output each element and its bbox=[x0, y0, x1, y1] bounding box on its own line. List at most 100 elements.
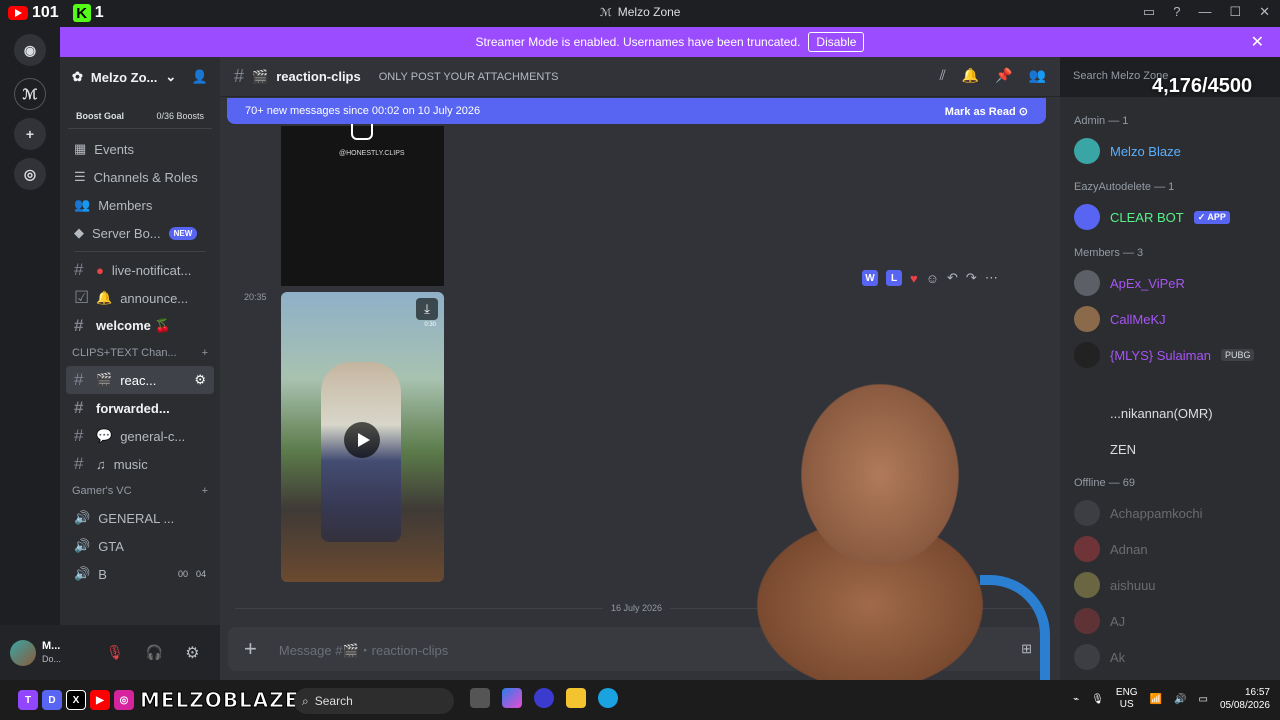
deafen-icon[interactable]: 🎧 bbox=[146, 644, 163, 661]
sidebar-item-members[interactable]: 👥 Members bbox=[60, 191, 220, 219]
maximize-button[interactable]: ☐ bbox=[1229, 4, 1241, 20]
inbox-icon[interactable]: ▭ bbox=[1143, 4, 1155, 20]
streamer-mode-banner: Streamer Mode is enabled. Usernames have… bbox=[60, 27, 1280, 57]
task-view-icon[interactable] bbox=[470, 688, 490, 708]
user-panel: M... Do... 🎙 🎧 ⚙ bbox=[0, 625, 220, 680]
window-controls: ▭ ? — ☐ ✕ bbox=[1143, 4, 1270, 20]
youtube-viewer-count: 101 bbox=[8, 4, 59, 22]
voice-b[interactable]: 🔊 B 00 04 bbox=[60, 560, 220, 588]
members-icon[interactable]: 👥 bbox=[1029, 67, 1046, 84]
server-rail: ◉ ℳ + ◎ bbox=[0, 26, 60, 680]
discord-home-icon[interactable]: ◉ bbox=[14, 34, 46, 66]
language-indicator[interactable]: ENG US bbox=[1116, 687, 1138, 711]
hash-icon: # bbox=[74, 370, 84, 389]
bell-icon: 🔔 bbox=[96, 290, 113, 305]
pin-icon[interactable]: 📌 bbox=[995, 67, 1012, 84]
channel-music[interactable]: # ♫ music bbox=[60, 450, 220, 478]
twitch-icon: T bbox=[18, 690, 38, 710]
taskbar-search[interactable]: ⌕ Search bbox=[294, 688, 454, 714]
clapper-icon: 🎬 bbox=[96, 372, 113, 387]
settings-icon[interactable]: ⚙ bbox=[194, 372, 206, 388]
add-channel-icon[interactable]: + bbox=[202, 347, 208, 359]
channel-welcome[interactable]: # welcome 🍒 bbox=[60, 312, 220, 340]
avatar bbox=[1074, 204, 1100, 230]
copilot-icon[interactable] bbox=[502, 688, 522, 708]
clapper-icon: 🎬 bbox=[252, 68, 269, 84]
member-item[interactable]: Melzo Blaze bbox=[1060, 133, 1280, 169]
hash-icon: # bbox=[74, 454, 84, 473]
bell-icon[interactable]: 🔔 bbox=[962, 67, 979, 84]
server-logo-icon: ℳ bbox=[600, 6, 612, 19]
discord-icon: D bbox=[42, 690, 62, 710]
header-toolbar: ⫽ 🔔 📌 👥 bbox=[939, 67, 1046, 84]
kick-viewer-count: K1 bbox=[72, 4, 104, 22]
social-icons: T D X ▶ ◎ MELZOBLAZE bbox=[18, 688, 299, 713]
help-icon[interactable]: ? bbox=[1173, 4, 1180, 20]
clock[interactable]: 16:57 05/08/2026 bbox=[1220, 686, 1270, 712]
category-gamers-vc[interactable]: Gamer's VC + bbox=[60, 478, 220, 504]
avatar[interactable] bbox=[10, 639, 36, 666]
voice-general[interactable]: 🔊 GENERAL ... bbox=[60, 504, 220, 532]
channel-announcements[interactable]: ☑ 🔔 announce... bbox=[60, 284, 220, 312]
close-window-button[interactable]: ✕ bbox=[1259, 4, 1270, 20]
member-item[interactable]: CLEAR BOT ✓ APP bbox=[1060, 199, 1280, 235]
add-server-icon[interactable]: + bbox=[14, 118, 46, 150]
server-header[interactable]: ✿ Melzo Zo... ⌄ 👤 bbox=[60, 57, 220, 97]
message-input[interactable]: Message #🎬・reaction-clips bbox=[279, 640, 448, 659]
speech-icon: 💬 bbox=[96, 428, 113, 443]
video-attachment-previous[interactable]: @HONESTLY.CLIPS bbox=[281, 118, 444, 286]
boost-icon: ◆ bbox=[74, 225, 84, 240]
threads-icon[interactable]: ⫽ bbox=[939, 67, 945, 84]
chevron-down-icon: ⌄ bbox=[165, 69, 177, 84]
red-dot-icon: ● bbox=[96, 262, 104, 278]
voice-gta[interactable]: 🔊 GTA bbox=[60, 532, 220, 560]
channel-general-chat[interactable]: # 💬 general-c... bbox=[60, 422, 220, 450]
calendar-icon: ▦ bbox=[74, 141, 87, 156]
file-explorer-icon[interactable] bbox=[566, 688, 586, 708]
minimize-button[interactable]: — bbox=[1198, 4, 1211, 20]
sidebar-item-channels-roles[interactable]: ☰ Channels & Roles bbox=[60, 163, 220, 191]
new-messages-bar[interactable]: 70+ new messages since 00:02 on 10 July … bbox=[227, 98, 1046, 124]
mic-icon[interactable]: 🎙 bbox=[1091, 694, 1104, 705]
youtube-icon bbox=[8, 6, 28, 20]
sidebar-item-server-boost[interactable]: ◆ Server Bo... NEW bbox=[60, 219, 220, 247]
message-timestamp: 20:35 bbox=[244, 292, 267, 302]
network-icon[interactable]: ⌁ bbox=[1073, 694, 1079, 705]
hash-icon: # bbox=[74, 316, 84, 335]
channel-header: # 🎬 reaction-clips ONLY POST YOUR ATTACH… bbox=[220, 57, 1060, 97]
play-button[interactable] bbox=[344, 422, 380, 458]
window-title: ℳ Melzo Zone bbox=[600, 5, 681, 19]
edge-icon[interactable] bbox=[598, 688, 618, 708]
download-icon[interactable]: ⤓ bbox=[416, 298, 438, 320]
attach-icon[interactable]: + bbox=[244, 636, 257, 662]
hash-icon: # bbox=[74, 398, 84, 417]
volume-icon[interactable]: 🔊 bbox=[1174, 694, 1186, 705]
gear-icon[interactable]: ⚙ bbox=[185, 643, 199, 663]
boost-goal[interactable]: Boost Goal 0/36 Boosts bbox=[68, 103, 212, 129]
hash-icon: # bbox=[74, 426, 84, 445]
invite-icon[interactable]: 👤 bbox=[192, 69, 208, 85]
server-melzo-zone-icon[interactable]: ℳ bbox=[14, 78, 46, 110]
search-icon: ⌕ bbox=[302, 694, 309, 708]
channel-sidebar: ✿ Melzo Zo... ⌄ 👤 Boost Goal 0/36 Boosts… bbox=[60, 57, 220, 625]
sidebar-item-events[interactable]: ▦ Events bbox=[60, 135, 220, 163]
video-attachment[interactable]: ⤓ 0:30 bbox=[281, 292, 444, 582]
app-root: 101 K1 ℳ Melzo Zone ▭ ? — ☐ ✕ ◉ ℳ + ◎ Str… bbox=[0, 0, 1280, 720]
channel-reaction-clips[interactable]: # 🎬 reac... ⚙ bbox=[66, 366, 214, 394]
server-icon: ✿ bbox=[72, 69, 83, 84]
close-icon[interactable]: ✕ bbox=[1251, 32, 1264, 52]
discover-icon[interactable]: ◎ bbox=[14, 158, 46, 190]
channel-forwarded[interactable]: # forwarded... bbox=[60, 394, 220, 422]
category-clips-text[interactable]: CLIPS+TEXT Chan... + bbox=[60, 340, 220, 366]
x-icon: X bbox=[66, 690, 86, 710]
mic-muted-icon[interactable]: 🎙 bbox=[106, 644, 124, 661]
wifi-icon[interactable]: 📶 bbox=[1150, 694, 1162, 705]
mark-as-read-button[interactable]: Mark as Read ⊙ bbox=[945, 105, 1028, 118]
channel-live-notifications[interactable]: # ● live-notificat... bbox=[60, 256, 220, 284]
app-badge: ✓ APP bbox=[1193, 210, 1230, 224]
battery-icon[interactable]: ▭ bbox=[1198, 694, 1207, 705]
disable-streamer-mode-button[interactable]: Disable bbox=[808, 32, 865, 52]
system-tray: ⌁ 🎙 ENG US 📶 🔊 ▭ 16:57 05/08/2026 bbox=[1073, 686, 1270, 712]
add-channel-icon[interactable]: + bbox=[202, 485, 208, 497]
app-icon[interactable] bbox=[534, 688, 554, 708]
